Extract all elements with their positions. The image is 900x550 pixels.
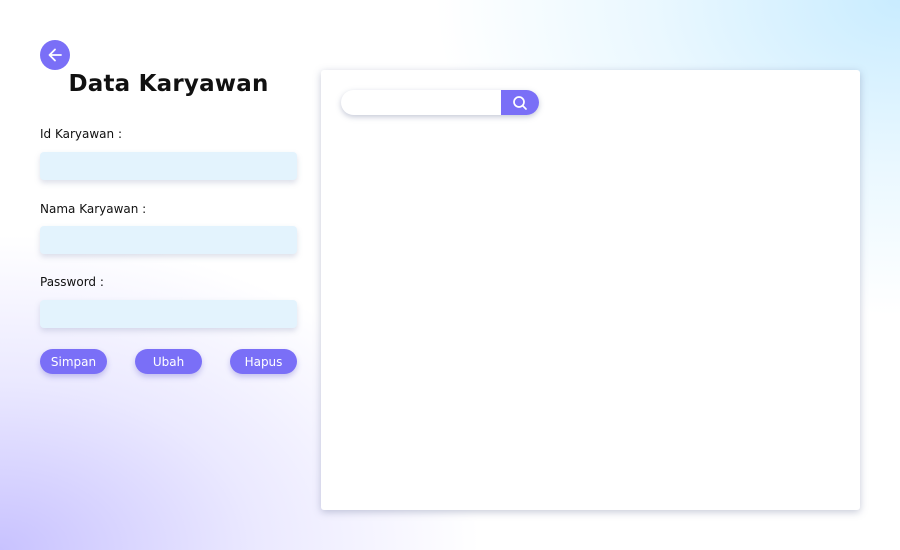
password-field[interactable]	[40, 300, 297, 328]
id-karyawan-label: Id Karyawan :	[40, 127, 123, 141]
data-table-panel	[321, 70, 860, 510]
hapus-button[interactable]: Hapus	[230, 349, 297, 374]
id-karyawan-field[interactable]	[40, 152, 297, 180]
page-title: Data Karyawan	[68, 71, 269, 97]
simpan-button[interactable]: Simpan	[40, 349, 107, 374]
password-label: Password :	[40, 275, 104, 289]
nama-karyawan-label: Nama Karyawan :	[40, 202, 147, 216]
search-icon	[513, 95, 527, 110]
search-button[interactable]	[501, 90, 539, 115]
arrow-left-icon	[48, 48, 62, 62]
nama-karyawan-field[interactable]	[40, 226, 297, 254]
search-input[interactable]	[341, 90, 501, 115]
search-bar	[341, 90, 539, 115]
back-button[interactable]	[40, 40, 70, 70]
ubah-button[interactable]: Ubah	[135, 349, 202, 374]
